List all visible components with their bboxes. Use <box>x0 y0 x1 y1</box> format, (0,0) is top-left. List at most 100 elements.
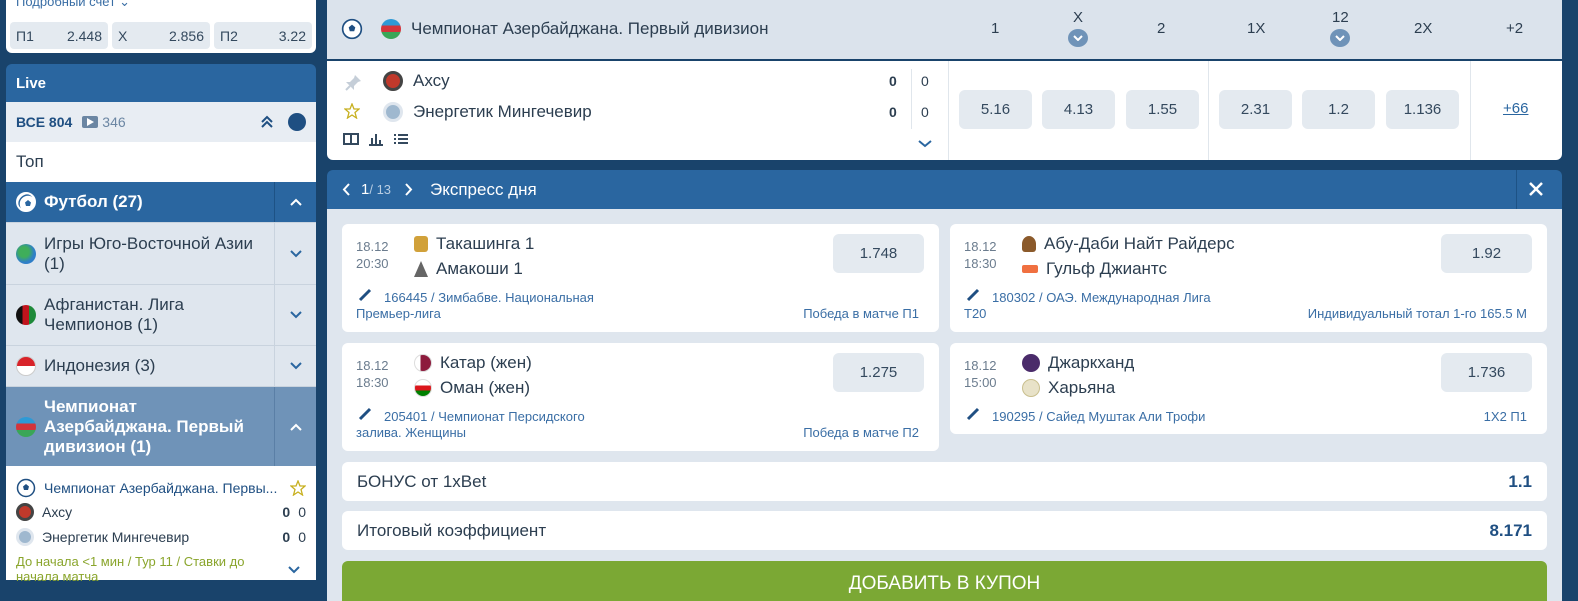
odd-button-1x[interactable]: 2.31 <box>1219 90 1292 129</box>
team2-name[interactable]: Энергетик Мингечевир <box>413 102 592 122</box>
bonus-bar: БОНУС от 1xBet 1.1 <box>342 462 1547 501</box>
football-icon <box>16 478 36 498</box>
chevron-right-icon[interactable] <box>405 183 413 196</box>
cricket-bat-icon <box>358 288 372 302</box>
express-card[interactable]: 18.12 20:30 Такашинга 1 Амакоши 1 1.748 1… <box>342 224 939 332</box>
sidebar-item-football[interactable]: Футбол (27) <box>6 182 316 222</box>
chevron-down-icon[interactable] <box>274 223 316 284</box>
top-filter[interactable]: Топ <box>6 142 316 182</box>
collapse-all-icon[interactable] <box>260 115 274 129</box>
cricket-bat-icon <box>966 288 980 302</box>
favorite-star-icon[interactable] <box>290 480 306 496</box>
col-header-2: 2 <box>1157 20 1166 37</box>
team2-name: Харьяна <box>1048 378 1116 397</box>
mini-match-card[interactable]: Чемпионат Азербайджана. Первы... Ахсу 00… <box>6 466 316 584</box>
details-label: Подробный счёт <box>16 0 116 9</box>
chevron-left-icon[interactable] <box>342 183 350 196</box>
team-logo-icon <box>16 528 34 546</box>
chevron-down-icon[interactable] <box>274 346 316 386</box>
oman-flag-icon <box>414 379 432 397</box>
coef-button[interactable]: 1.275 <box>833 353 924 392</box>
odd-button-2[interactable]: 1.55 <box>1126 90 1199 129</box>
league-line1: 190295 / Сайед Муштак Али Трофи <box>992 409 1206 424</box>
live-header[interactable]: Live <box>6 64 316 102</box>
column-divider <box>1470 61 1471 160</box>
event-time: 15:00 <box>964 375 997 390</box>
express-card[interactable]: 18.12 18:30 Катар (жен) Оман (жен) 1.275 … <box>342 343 939 451</box>
more-markets-link[interactable]: +66 <box>1503 100 1528 117</box>
favorite-star-icon[interactable] <box>344 103 360 119</box>
sidebar-item-sea-games[interactable]: Игры Юго-Восточной Азии (1) <box>6 222 316 284</box>
coef-button[interactable]: 1.748 <box>833 234 924 273</box>
odd-button-1[interactable]: 5.16 <box>959 90 1032 129</box>
stats-icon[interactable] <box>368 132 384 146</box>
pin-icon[interactable] <box>343 73 363 93</box>
odd-button-p2[interactable]: П2 3.22 <box>214 22 312 49</box>
bet-type: Индивидуальный тотал 1-го 165.5 М <box>1307 306 1527 321</box>
sidebar-item-label: Чемпионат Азербайджана. Первый дивизион … <box>44 396 244 456</box>
team1-name: Джаркханд <box>1048 353 1135 372</box>
sidebar-item-azerbaijan[interactable]: Чемпионат Азербайджана. Первый дивизион … <box>6 386 316 466</box>
event-time: 18:30 <box>964 256 997 271</box>
chevron-up-icon[interactable] <box>274 182 316 222</box>
league-header: Чемпионат Азербайджана. Первый дивизион … <box>327 0 1562 59</box>
odd-value: 3.22 <box>278 27 306 44</box>
bet-type: Победа в матче П1 <box>803 306 919 321</box>
team-logo-icon <box>414 261 428 277</box>
mini-team1: Ахсу <box>42 504 73 520</box>
odd-button-12[interactable]: 1.2 <box>1302 90 1375 129</box>
chevron-down-icon[interactable] <box>274 285 316 345</box>
match-row[interactable]: Ахсу Энергетик Мингечевир 0 0 0 0 5.16 4… <box>327 61 1562 160</box>
event-date: 18.12 <box>356 358 389 373</box>
chevron-up-icon[interactable] <box>274 387 316 466</box>
score-divider <box>911 69 912 129</box>
video-count: 346 <box>102 114 126 130</box>
chevron-down-icon[interactable] <box>288 566 300 574</box>
team1-name[interactable]: Ахсу <box>413 71 450 91</box>
league-line2: Т20 <box>964 306 987 321</box>
all-events-row[interactable]: ВСЕ 804 346 <box>6 102 316 142</box>
sidebar-item-label: Футбол (27) <box>44 192 143 211</box>
odd-label: П2 <box>220 27 238 44</box>
video-icon <box>82 116 99 128</box>
league-line2: залива. Женщины <box>356 425 466 440</box>
live-title: Live <box>16 75 47 92</box>
azerbaijan-flag-icon <box>16 416 36 437</box>
team-logo-icon <box>1022 236 1036 252</box>
odd-button-2x[interactable]: 1.136 <box>1386 90 1459 129</box>
sidebar-item-afghanistan[interactable]: Афганистан. Лига Чемпионов (1) <box>6 284 316 345</box>
scoreboard-icon[interactable] <box>343 132 359 146</box>
event-time: 18:30 <box>356 375 389 390</box>
team1-name: Абу-Даби Найт Райдерс <box>1044 234 1235 253</box>
bonus-value: 1.1 <box>1508 471 1532 491</box>
left-sidebar: Подробный счёт ⌄ П1 2.448 X 2.856 П2 3.22 L… <box>6 0 316 601</box>
col-header-1: 1 <box>991 20 1000 37</box>
sidebar-item-indonesia[interactable]: Индонезия (3) <box>6 345 316 386</box>
all-events-label: ВСЕ 804 <box>16 114 73 130</box>
event-time: 20:30 <box>356 256 389 271</box>
chevron-down-icon[interactable] <box>1068 29 1088 47</box>
mini-score2b: 0 <box>298 529 306 545</box>
cricket-bat-icon <box>358 407 372 421</box>
column-divider <box>948 61 949 160</box>
coef-button[interactable]: 1.736 <box>1441 353 1532 392</box>
express-card[interactable]: 18.12 15:00 Джаркханд Харьяна 1.736 19029… <box>950 343 1547 434</box>
odd-button-x[interactable]: X 2.856 <box>112 22 210 49</box>
express-card[interactable]: 18.12 18:30 Абу-Даби Найт Райдерс Гульф Д… <box>950 224 1547 332</box>
team-logo-icon <box>383 71 403 91</box>
score1b: 0 <box>921 73 929 89</box>
odd-button-p1[interactable]: П1 2.448 <box>10 22 108 49</box>
list-icon[interactable] <box>393 132 409 146</box>
express-title: Экспресс дня <box>430 180 537 199</box>
globe-icon[interactable] <box>288 113 306 131</box>
details-link[interactable]: Подробный счёт ⌄ <box>16 0 130 10</box>
chevron-down-icon[interactable] <box>918 140 932 148</box>
chevron-down-icon[interactable] <box>1330 29 1350 47</box>
mini-score2: 0 <box>282 529 291 545</box>
add-to-coupon-label: ДОБАВИТЬ В КУПОН <box>848 573 1041 594</box>
odd-label: П1 <box>16 27 34 44</box>
odd-button-x[interactable]: 4.13 <box>1042 90 1115 129</box>
coef-button[interactable]: 1.92 <box>1441 234 1532 273</box>
close-icon[interactable] <box>1528 181 1544 197</box>
add-to-coupon-button[interactable]: ДОБАВИТЬ В КУПОН <box>342 561 1547 601</box>
